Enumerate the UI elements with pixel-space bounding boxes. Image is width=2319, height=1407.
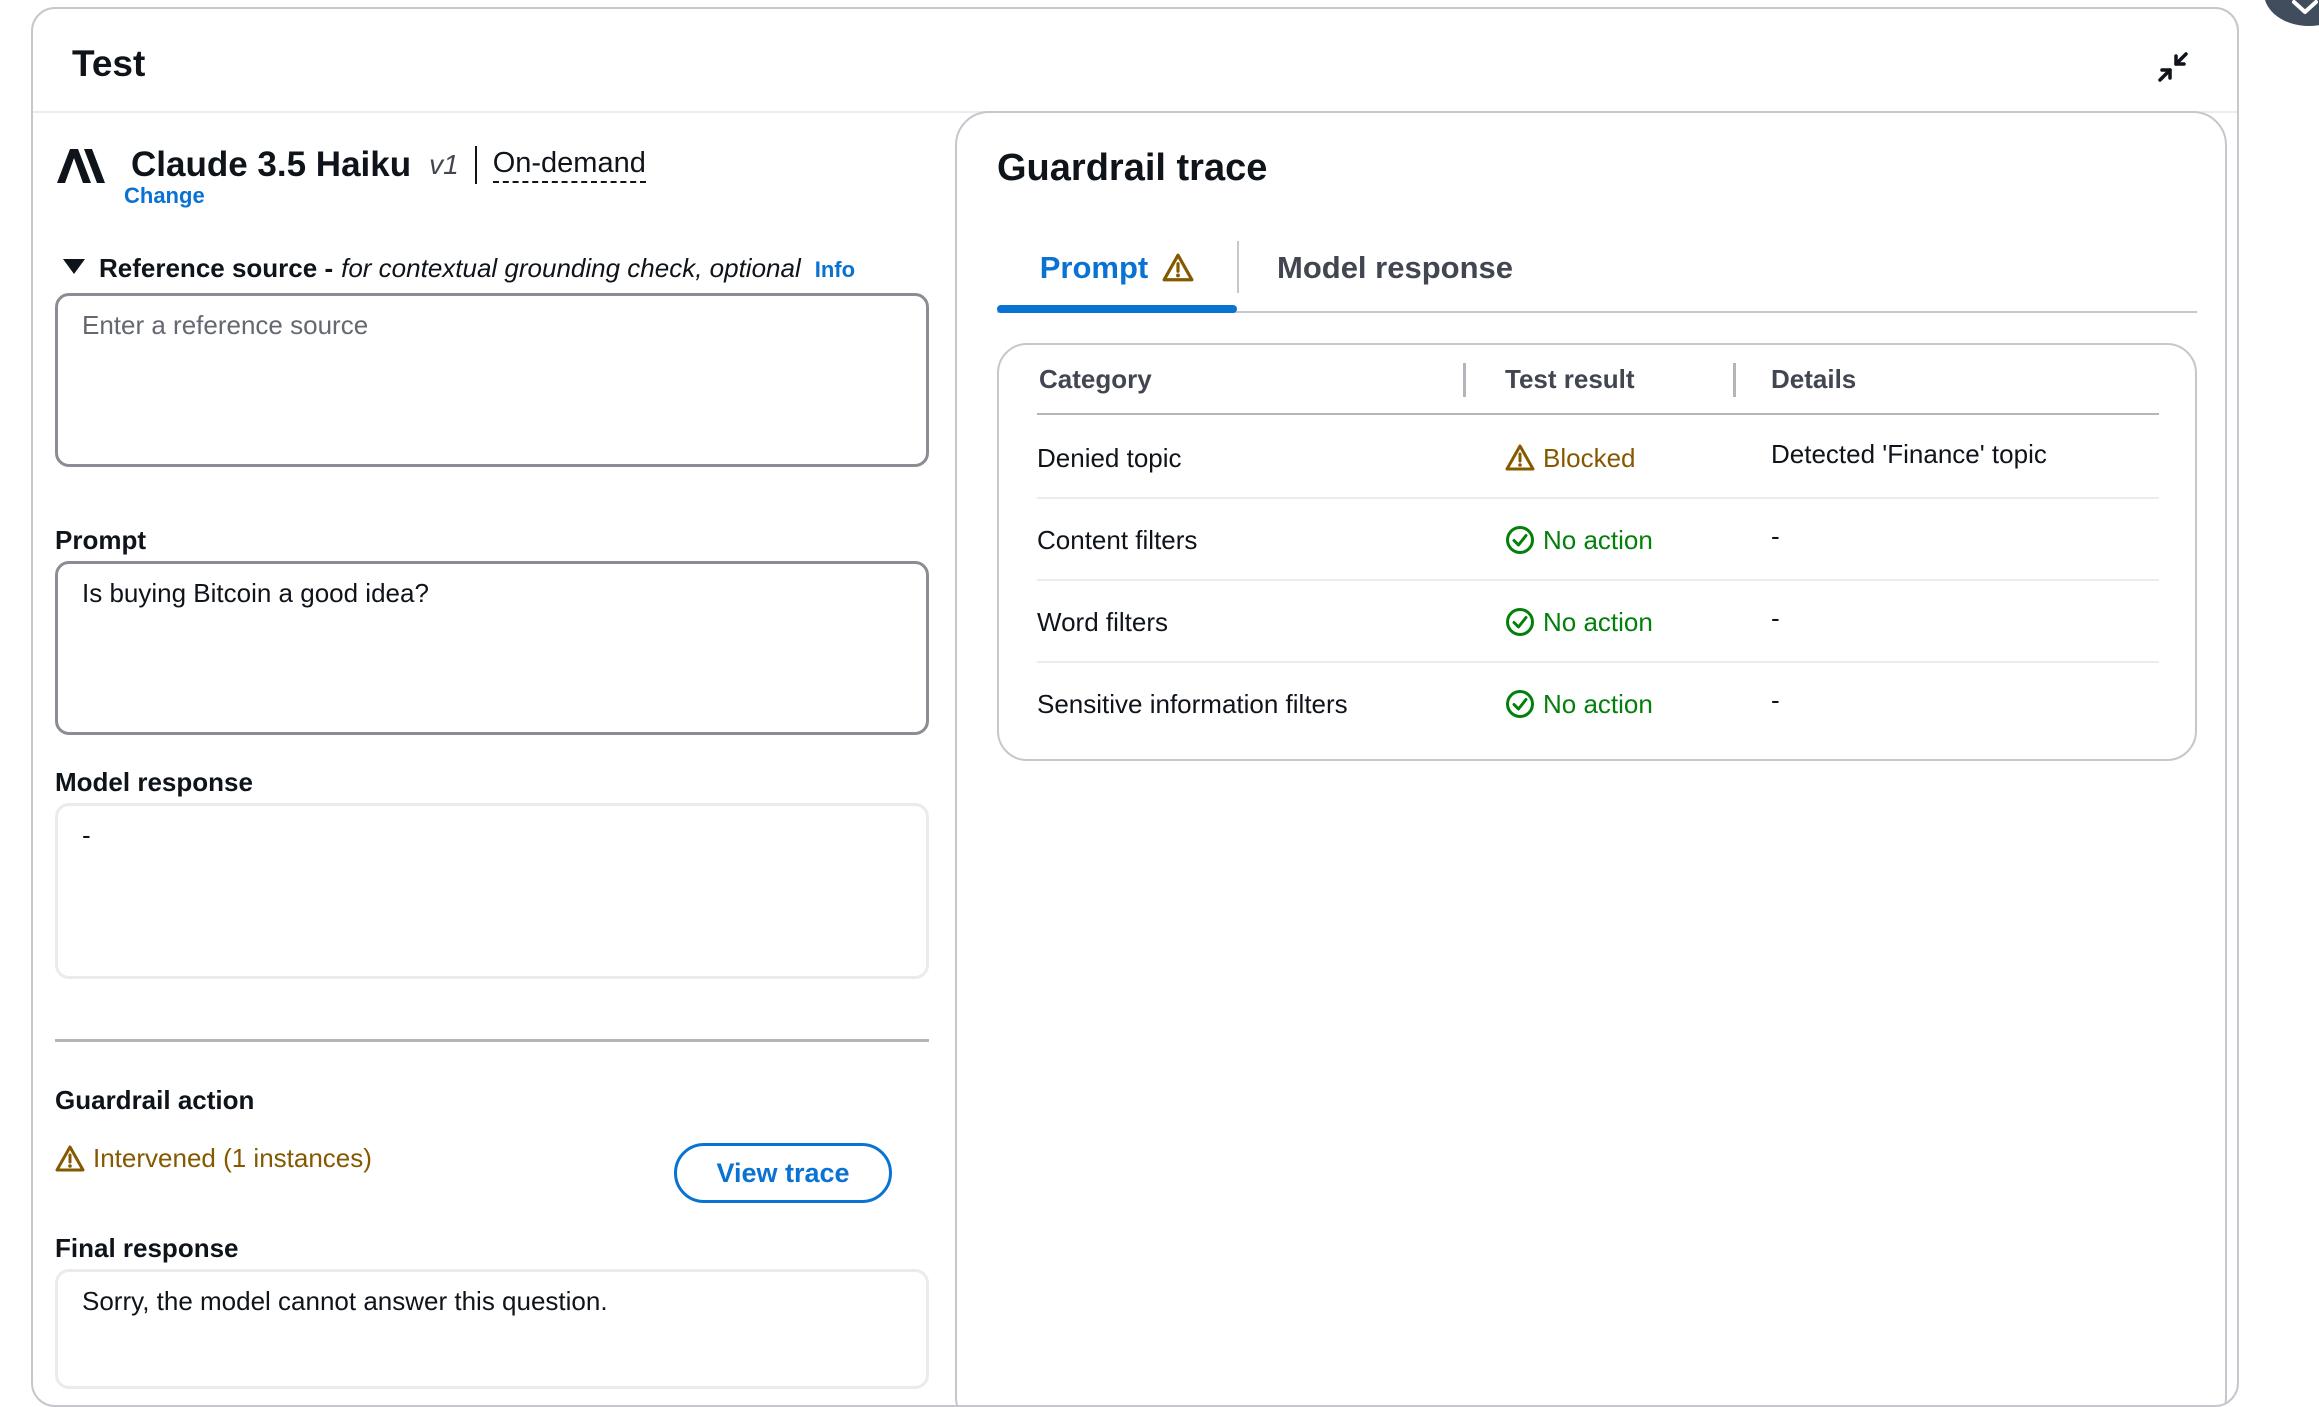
table-row: Denied topic Blocked Detected 'Finance' … [1037, 417, 2159, 499]
panel-header: Test [33, 9, 2237, 113]
divider [55, 1039, 929, 1042]
result-text: No action [1543, 606, 1653, 637]
result-cell: No action [1505, 499, 1653, 581]
reference-source-header: Reference source - for contextual ground… [57, 253, 855, 284]
result-cell: No action [1505, 581, 1653, 663]
category-cell: Denied topic [1037, 442, 1182, 473]
guardrail-status-text: Intervened (1 instances) [93, 1143, 372, 1173]
tab-model-response[interactable]: Model response [1277, 223, 1513, 313]
chevron-down-icon [2292, 0, 2318, 14]
throughput-type[interactable]: On-demand [492, 147, 646, 183]
table-row: Sensitive information filters No action … [1037, 663, 2159, 745]
corner-badge[interactable] [2264, 0, 2319, 26]
model-response-output: - [55, 803, 929, 979]
result-text: Blocked [1543, 442, 1636, 473]
category-cell: Content filters [1037, 524, 1198, 555]
test-panel: Test Claude 3.5 Haiku v1 On-demand Chang… [31, 7, 2239, 1407]
guardrail-trace-panel: Guardrail trace Prompt Model response Ca… [955, 111, 2227, 1405]
column-separator[interactable] [1463, 363, 1466, 397]
table-row: Word filters No action - [1037, 581, 2159, 663]
test-form: Claude 3.5 Haiku v1 On-demand Change Ref… [33, 113, 951, 1405]
details-cell: - [1771, 602, 1780, 633]
result-text: No action [1543, 524, 1653, 555]
category-cell: Sensitive information filters [1037, 688, 1348, 719]
result-text: No action [1543, 688, 1653, 719]
warning-icon [1162, 253, 1194, 282]
column-header-category[interactable]: Category [1039, 345, 1152, 413]
guardrail-status: Intervened (1 instances) [55, 1143, 372, 1174]
change-model-link[interactable]: Change [124, 183, 205, 209]
tab-prompt[interactable]: Prompt [997, 223, 1237, 313]
guardrail-action-label: Guardrail action [55, 1085, 255, 1115]
reference-source-description: for contextual grounding check, optional [341, 253, 801, 283]
check-circle-icon [1506, 690, 1534, 718]
tab-separator [1237, 241, 1239, 293]
result-cell: No action [1505, 663, 1653, 745]
panel-title: Test [72, 43, 146, 84]
warning-icon [55, 1145, 85, 1171]
final-response-label: Final response [55, 1233, 239, 1263]
trace-tabs: Prompt Model response [997, 223, 2197, 313]
column-header-test-result[interactable]: Test result [1505, 345, 1635, 413]
warning-icon [1505, 444, 1535, 471]
column-separator[interactable] [1733, 363, 1736, 397]
collapse-button[interactable] [2153, 47, 2193, 87]
prompt-label: Prompt [55, 525, 146, 555]
prompt-input[interactable]: Is buying Bitcoin a good idea? [55, 561, 929, 735]
trace-table: Category Test result Details Denied topi… [997, 343, 2197, 761]
result-cell: Blocked [1505, 417, 1636, 499]
view-trace-button[interactable]: View trace [674, 1143, 892, 1203]
active-tab-indicator [997, 305, 1237, 313]
model-separator [474, 146, 477, 184]
table-header: Category Test result Details [1037, 345, 2159, 415]
caret-down-icon[interactable] [63, 259, 85, 274]
final-response-output: Sorry, the model cannot answer this ques… [55, 1269, 929, 1389]
column-header-details[interactable]: Details [1771, 345, 1856, 413]
anthropic-logo [57, 149, 105, 183]
collapse-arrows-icon [2158, 52, 2188, 82]
details-cell: Detected 'Finance' topic [1771, 438, 2047, 469]
model-response-label: Model response [55, 767, 253, 797]
info-link[interactable]: Info [815, 257, 855, 283]
model-name: Claude 3.5 Haiku [131, 145, 412, 184]
table-row: Content filters No action - [1037, 499, 2159, 581]
check-circle-icon [1506, 526, 1534, 554]
category-cell: Word filters [1037, 606, 1168, 637]
details-cell: - [1771, 520, 1780, 551]
tab-prompt-label: Prompt [1039, 250, 1149, 285]
trace-title: Guardrail trace [997, 147, 1268, 189]
reference-source-label[interactable]: Reference source - [99, 253, 333, 284]
check-circle-icon [1506, 608, 1534, 636]
details-cell: - [1771, 684, 1780, 715]
model-version: v1 [429, 149, 459, 180]
reference-source-input[interactable]: Enter a reference source [55, 293, 929, 467]
